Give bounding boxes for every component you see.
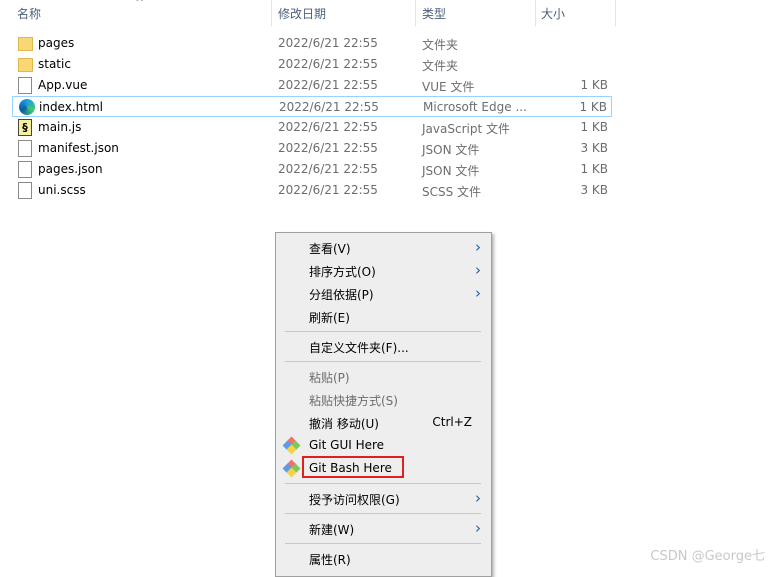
folder-icon [18,37,33,51]
folder-icon [18,58,33,72]
file-name: manifest.json [38,141,119,155]
file-type: JavaScript 文件 [422,122,510,136]
git-icon [282,459,301,478]
file-icon [18,77,32,94]
file-modified: 2022/6/21 22:55 [278,162,378,176]
menu-item-label: 属性(R) [309,553,351,567]
column-divider[interactable] [615,0,616,26]
menu-item-label: 粘贴(P) [309,371,350,385]
file-name: pages.json [38,162,103,176]
file-row[interactable]: static 2022/6/21 22:55 文件夹 [12,54,612,75]
menu-item[interactable]: 粘贴(P) [276,365,491,388]
menu-item-label: 查看(V) [309,242,351,256]
menu-item[interactable]: 撤消 移动(U) Ctrl+Z [276,411,491,434]
file-modified: 2022/6/21 22:55 [278,120,378,134]
column-name[interactable]: 名称 [17,5,41,22]
menu-item[interactable]: 排序方式(O) › [276,259,491,282]
file-name: index.html [39,100,103,114]
file-modified: 2022/6/21 22:55 [279,100,379,114]
file-modified: 2022/6/21 22:55 [278,57,378,71]
file-row[interactable]: index.html 2022/6/21 22:55 Microsoft Edg… [12,96,612,117]
git-icon [282,436,301,455]
file-row[interactable]: § main.js 2022/6/21 22:55 JavaScript 文件 … [12,117,612,138]
file-name: pages [38,36,75,50]
file-name: uni.scss [38,183,86,197]
file-size: 1 KB [580,78,608,92]
file-type: 文件夹 [422,59,459,73]
menu-item-label: 粘贴快捷方式(S) [309,394,398,408]
menu-item-label: 分组依据(P) [309,288,374,302]
file-row[interactable]: uni.scss 2022/6/21 22:55 SCSS 文件 3 KB [12,180,612,201]
menu-separator [276,328,491,335]
chevron-right-icon: › [475,489,481,507]
file-row[interactable]: App.vue 2022/6/21 22:55 VUE 文件 1 KB [12,75,612,96]
column-divider[interactable] [271,0,272,26]
menu-item-label: 新建(W) [309,523,355,537]
js-file-icon: § [18,119,32,136]
menu-separator [276,510,491,517]
chevron-right-icon: › [475,284,481,302]
menu-item[interactable]: 授予访问权限(G) › [276,487,491,510]
menu-item[interactable]: Git GUI Here [276,434,491,457]
file-size: 3 KB [580,141,608,155]
menu-item-label: 授予访问权限(G) [309,493,400,507]
file-size: 1 KB [580,162,608,176]
sort-ascending-icon: ^ [135,0,145,9]
file-row[interactable]: pages 2022/6/21 22:55 文件夹 [12,33,612,54]
menu-item[interactable]: Git Bash Here [276,456,491,480]
file-size: 1 KB [579,100,607,114]
file-type: SCSS 文件 [422,185,482,199]
file-size: 1 KB [580,120,608,134]
file-icon [18,140,32,157]
highlight-box [302,456,404,478]
column-modified[interactable]: 修改日期 [278,5,326,22]
file-row[interactable]: pages.json 2022/6/21 22:55 JSON 文件 1 KB [12,159,612,180]
file-modified: 2022/6/21 22:55 [278,78,378,92]
file-modified: 2022/6/21 22:55 [278,183,378,197]
menu-item[interactable]: 属性(R) [276,547,491,570]
file-name: App.vue [38,78,88,92]
menu-separator [276,540,491,547]
menu-item[interactable]: 分组依据(P) › [276,282,491,305]
watermark: CSDN @George七 [650,549,765,564]
menu-item-label: Git GUI Here [309,438,385,452]
file-name: main.js [38,120,82,134]
menu-item[interactable]: 自定义文件夹(F)... [276,335,491,358]
file-type: JSON 文件 [422,143,480,157]
chevron-right-icon: › [475,261,481,279]
file-row[interactable]: manifest.json 2022/6/21 22:55 JSON 文件 3 … [12,138,612,159]
menu-item[interactable]: 刷新(E) [276,305,491,328]
column-size[interactable]: 大小 [541,5,565,22]
file-modified: 2022/6/21 22:55 [278,141,378,155]
column-header: ^ 名称 修改日期 类型 大小 [0,0,773,26]
file-type: VUE 文件 [422,80,475,94]
file-type: Microsoft Edge ... [423,100,527,114]
file-type: JSON 文件 [422,164,480,178]
column-type[interactable]: 类型 [422,5,446,22]
menu-shortcut: Ctrl+Z [432,415,472,429]
edge-icon [19,99,35,115]
menu-item[interactable]: 查看(V) › [276,236,491,259]
chevron-right-icon: › [475,519,481,537]
file-icon [18,161,32,178]
file-icon [18,182,32,199]
file-modified: 2022/6/21 22:55 [278,36,378,50]
menu-item-label: 排序方式(O) [309,265,376,279]
menu-item-label: 自定义文件夹(F)... [309,341,409,355]
menu-separator [276,358,491,365]
file-type: 文件夹 [422,38,459,52]
file-name: static [38,57,71,71]
chevron-right-icon: › [475,238,481,256]
menu-item-label: 刷新(E) [309,311,350,325]
menu-item[interactable]: 粘贴快捷方式(S) [276,388,491,411]
menu-item-label: 撤消 移动(U) [309,417,379,431]
menu-item[interactable]: 新建(W) › [276,517,491,540]
column-divider[interactable] [415,0,416,26]
file-size: 3 KB [580,183,608,197]
menu-separator [276,480,491,487]
context-menu: 查看(V) › 排序方式(O) › 分组依据(P) › 刷新(E) 自定义文件夹(F)... 粘… [275,232,492,577]
column-divider[interactable] [535,0,536,26]
